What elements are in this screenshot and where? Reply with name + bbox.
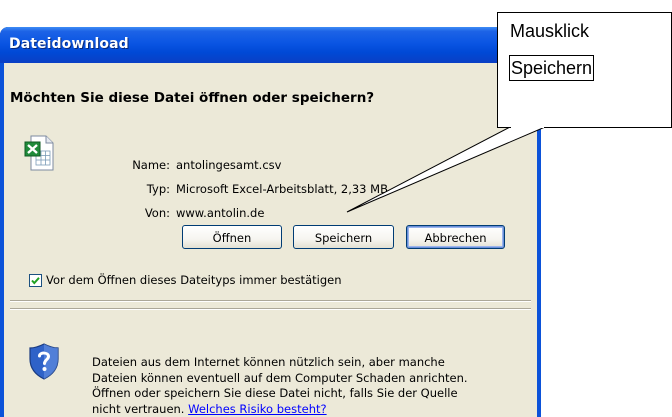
security-shield-icon xyxy=(29,343,59,380)
download-question: Möchten Sie diese Datei öffnen oder spei… xyxy=(10,90,375,106)
dialog-title: Dateidownload xyxy=(9,36,129,52)
dialog-body: Möchten Sie diese Datei öffnen oder spei… xyxy=(4,63,537,417)
warning-line: Öffnen oder speichern Sie diese Datei ni… xyxy=(92,386,458,400)
callout-text-save: Speichern xyxy=(509,55,595,81)
from-label: Von: xyxy=(144,206,170,220)
type-label: Typ: xyxy=(146,182,170,196)
confirm-checkbox-label[interactable]: Vor dem Öffnen dieses Dateityps immer be… xyxy=(46,273,342,287)
title-bar[interactable]: Dateidownload xyxy=(0,27,541,63)
save-button[interactable]: Speichern xyxy=(293,225,394,249)
warning-line-text: nicht vertrauen. xyxy=(92,401,189,416)
file-name-value: antolingesamt.csv xyxy=(176,158,282,172)
separator xyxy=(10,300,531,302)
cancel-button[interactable]: Abbrechen xyxy=(406,225,505,249)
file-type-value: Microsoft Excel-Arbeitsblatt, 2,33 MB xyxy=(176,182,388,196)
warning-line: Dateien können eventuell auf dem Compute… xyxy=(92,370,468,385)
excel-csv-file-icon xyxy=(24,135,54,171)
warning-line: Dateien aus dem Internet können nützlich… xyxy=(92,355,445,369)
warning-line: nicht vertrauen. Welches Risiko besteht? xyxy=(92,402,512,417)
separator xyxy=(10,308,531,310)
file-download-dialog: Dateidownload Möchten Sie diese Datei öf… xyxy=(0,27,541,417)
open-button[interactable]: Öffnen xyxy=(182,225,282,249)
risk-info-link[interactable]: Welches Risiko besteht? xyxy=(188,402,326,416)
security-warning-text: Dateien aus dem Internet können nützlich… xyxy=(92,355,512,417)
source-value: www.antolin.de xyxy=(176,206,265,220)
checkmark-icon xyxy=(31,277,40,285)
name-label: Name: xyxy=(132,158,170,172)
confirm-checkbox[interactable] xyxy=(29,274,42,287)
callout-text-mouse-click: Mausklick xyxy=(510,21,590,41)
